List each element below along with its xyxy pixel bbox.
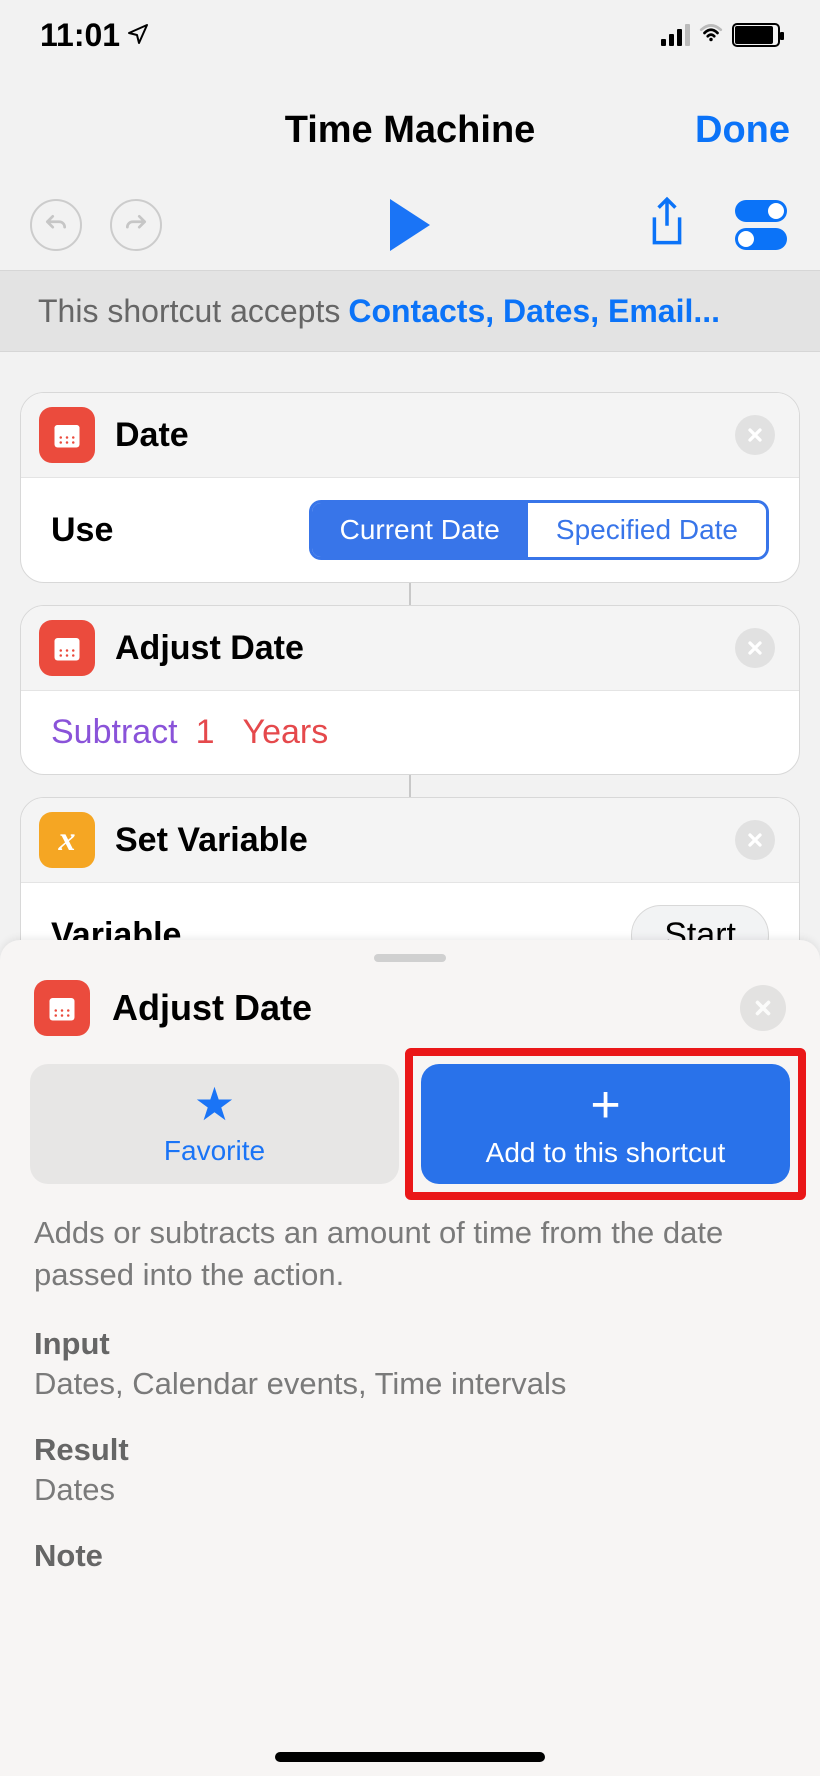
page-title: Time Machine: [285, 109, 536, 152]
card-body: Use Current Date Specified Date: [21, 478, 799, 582]
toggle-icon: [735, 200, 787, 222]
adjust-amount[interactable]: 1: [196, 713, 215, 752]
seg-current-date[interactable]: Current Date: [312, 503, 528, 557]
close-sheet-button[interactable]: [740, 985, 786, 1031]
accepts-types: Contacts, Dates, Email...: [348, 293, 720, 330]
connector: [409, 583, 411, 605]
star-icon: ★: [194, 1081, 235, 1127]
status-bar: 11:01: [0, 0, 820, 70]
card-header: Adjust Date: [21, 606, 799, 691]
input-heading: Input: [0, 1296, 820, 1366]
date-icon: [34, 980, 90, 1036]
action-list: Date Use Current Date Specified Date Adj…: [0, 392, 820, 989]
sheet-grabber[interactable]: [374, 954, 446, 962]
param-label: Use: [51, 511, 113, 550]
connector: [409, 775, 411, 797]
run-button[interactable]: [390, 199, 430, 251]
action-card-date[interactable]: Date Use Current Date Specified Date: [20, 392, 800, 583]
wifi-icon: [698, 20, 724, 51]
home-indicator[interactable]: [275, 1752, 545, 1762]
location-icon: [126, 17, 150, 54]
toolbar: [0, 180, 820, 270]
accepts-prefix: This shortcut accepts: [38, 293, 340, 330]
adjust-operation[interactable]: Subtract: [51, 713, 178, 752]
battery-icon: [732, 23, 780, 47]
result-heading: Result: [0, 1402, 820, 1472]
add-to-shortcut-button[interactable]: + Add to this shortcut: [421, 1064, 790, 1184]
clock-time: 11:01: [40, 17, 120, 54]
sheet-description: Adds or subtracts an amount of time from…: [0, 1184, 820, 1296]
seg-specified-date[interactable]: Specified Date: [528, 503, 766, 557]
remove-action-button[interactable]: [735, 820, 775, 860]
card-title: Date: [115, 416, 189, 455]
card-title: Adjust Date: [115, 629, 304, 668]
plus-icon: +: [590, 1079, 620, 1131]
share-button[interactable]: [644, 195, 690, 256]
favorite-label: Favorite: [164, 1135, 265, 1167]
date-icon: [39, 407, 95, 463]
date-icon: [39, 620, 95, 676]
adjust-unit[interactable]: Years: [243, 713, 329, 752]
remove-action-button[interactable]: [735, 415, 775, 455]
card-header: Date: [21, 393, 799, 478]
accepts-bar[interactable]: This shortcut accepts Contacts, Dates, E…: [0, 270, 820, 352]
sheet-title: Adjust Date: [112, 987, 312, 1029]
sheet-actions: ★ Favorite + Add to this shortcut: [0, 1064, 820, 1184]
action-detail-sheet[interactable]: Adjust Date ★ Favorite + Add to this sho…: [0, 940, 820, 1776]
favorite-button[interactable]: ★ Favorite: [30, 1064, 399, 1184]
add-label: Add to this shortcut: [486, 1137, 726, 1169]
sheet-header: Adjust Date: [0, 974, 820, 1064]
redo-button[interactable]: [110, 199, 162, 251]
undo-button[interactable]: [30, 199, 82, 251]
toggle-icon: [735, 228, 787, 250]
card-title: Set Variable: [115, 821, 308, 860]
settings-button[interactable]: [732, 199, 790, 251]
input-text: Dates, Calendar events, Time intervals: [0, 1366, 820, 1402]
status-time: 11:01: [40, 17, 150, 54]
note-heading: Note: [0, 1508, 820, 1578]
date-mode-segmented[interactable]: Current Date Specified Date: [309, 500, 769, 560]
nav-header: Time Machine Done: [0, 90, 820, 170]
status-right: [661, 20, 780, 51]
play-icon: [390, 199, 430, 251]
card-body: Subtract 1 Years: [21, 691, 799, 774]
action-card-adjust-date[interactable]: Adjust Date Subtract 1 Years: [20, 605, 800, 775]
result-text: Dates: [0, 1472, 820, 1508]
cellular-signal-icon: [661, 24, 690, 46]
done-button[interactable]: Done: [695, 109, 790, 152]
card-header: x Set Variable: [21, 798, 799, 883]
variable-icon: x: [39, 812, 95, 868]
remove-action-button[interactable]: [735, 628, 775, 668]
